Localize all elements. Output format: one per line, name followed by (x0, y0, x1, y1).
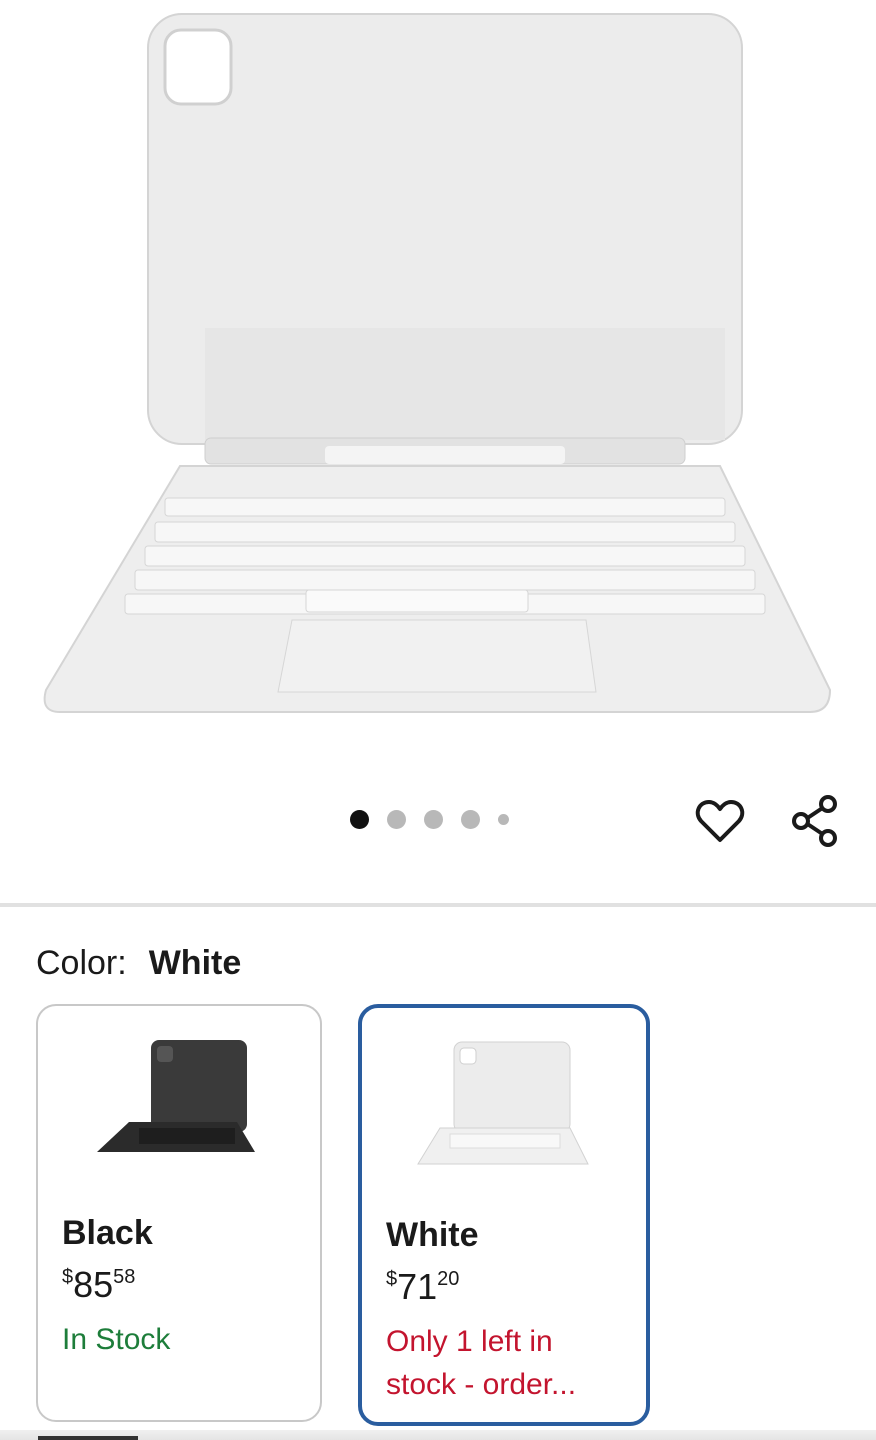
variant-name: Black (62, 1214, 153, 1252)
heart-outline-icon (695, 800, 745, 842)
product-image[interactable] (0, 0, 876, 760)
bottom-tab-indicator (38, 1436, 138, 1440)
pager-dot-3[interactable] (424, 810, 443, 829)
pager-dot-4[interactable] (461, 810, 480, 829)
variant-thumbnail-black (97, 1040, 255, 1152)
variant-name: White (386, 1216, 479, 1254)
pager-dot-5[interactable] (498, 814, 509, 825)
section-divider (0, 903, 876, 907)
variant-stock-status: In Stock (62, 1323, 171, 1356)
variant-stock-status: Only 1 left in stock - order... (386, 1325, 577, 1401)
variant-card-black[interactable]: Black $8558 In Stock (36, 1004, 322, 1422)
pager-dot-1[interactable] (350, 810, 369, 829)
share-button[interactable] (786, 792, 844, 850)
variant-price: $7120 (386, 1266, 460, 1307)
color-selector-label: Color: White (36, 944, 241, 983)
color-label: Color: (36, 944, 127, 982)
pager-dot-2[interactable] (387, 810, 406, 829)
keyboard-folio-illustration (43, 13, 832, 713)
favorite-button[interactable] (691, 792, 749, 850)
image-pager (350, 810, 509, 829)
variant-price: $8558 (62, 1264, 136, 1305)
selected-color-value: White (148, 944, 242, 982)
variant-card-white[interactable]: White $7120 Only 1 left in stock - order… (358, 1004, 650, 1426)
variant-thumbnail-white (417, 1041, 589, 1165)
share-icon (792, 795, 837, 847)
